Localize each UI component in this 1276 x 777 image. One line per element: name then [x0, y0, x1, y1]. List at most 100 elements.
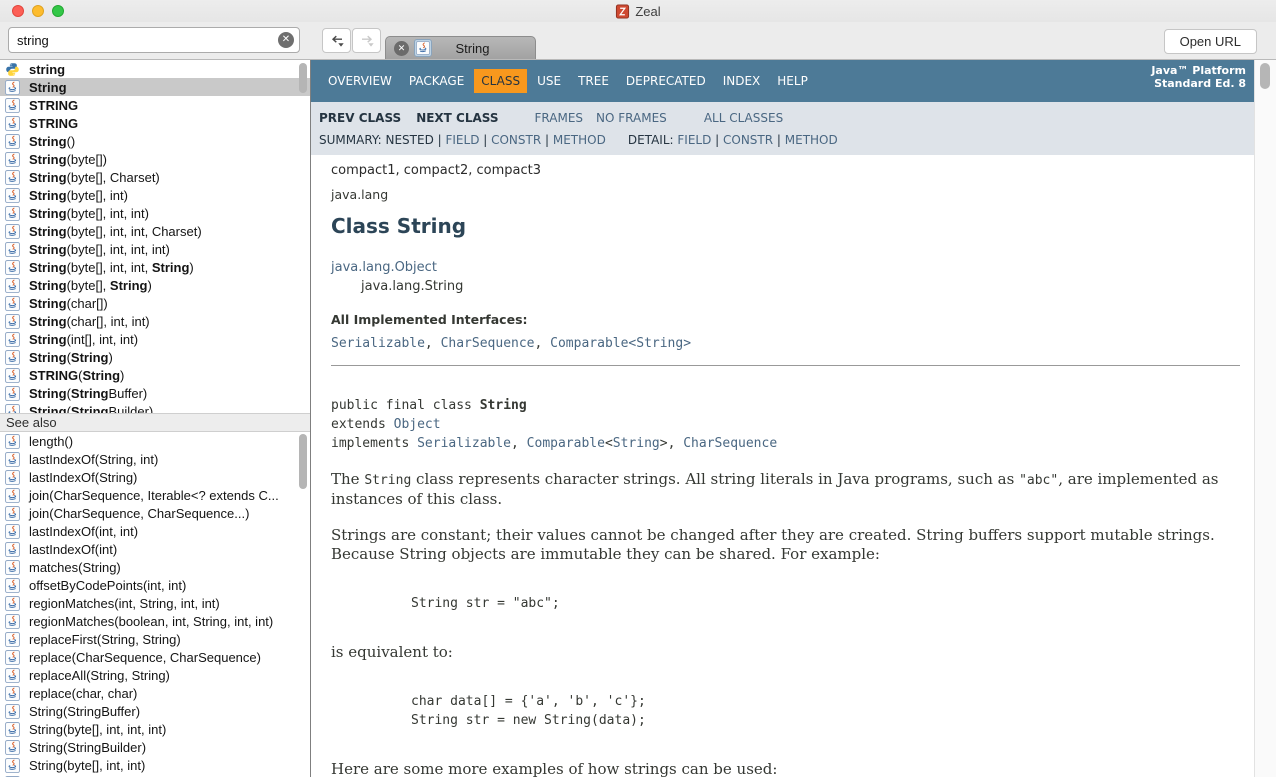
doc-link[interactable]: CharSequence — [683, 436, 777, 451]
nav-item-tree[interactable]: TREE — [571, 69, 616, 93]
about-line-2: Standard Ed. 8 — [1151, 77, 1246, 90]
close-button[interactable] — [12, 5, 24, 17]
result-item[interactable]: String(char[], int, int) — [0, 312, 310, 330]
doc-link[interactable]: METHOD — [553, 133, 606, 147]
see-also-item[interactable]: join(CharSequence, CharSequence...) — [0, 504, 310, 522]
nav-item-index[interactable]: INDEX — [716, 69, 768, 93]
see-also-item[interactable]: regionMatches(int, String, int, int) — [0, 594, 310, 612]
nav-item-class[interactable]: CLASS — [474, 69, 527, 93]
subnav-link-next-class[interactable]: NEXT CLASS — [416, 111, 498, 125]
result-item[interactable]: String(byte[], int) — [0, 186, 310, 204]
nav-item-help[interactable]: HELP — [770, 69, 815, 93]
result-item[interactable]: String(String) — [0, 348, 310, 366]
subnav-link-no-frames[interactable]: NO FRAMES — [596, 111, 667, 125]
text-segment: implements — [331, 436, 417, 451]
result-item[interactable]: String(StringBuilder) — [0, 402, 310, 413]
doc-link[interactable]: CONSTR — [491, 133, 541, 147]
see-also-item[interactable]: String(byte[], int, int) — [0, 756, 310, 774]
java-icon — [5, 668, 20, 683]
doc-link[interactable]: Object — [394, 417, 441, 432]
see-also-item[interactable]: String(StringBuffer) — [0, 702, 310, 720]
see-also-item[interactable]: replace(CharSequence, CharSequence) — [0, 648, 310, 666]
see-also-item[interactable]: offsetByCodePoints(int, int) — [0, 576, 310, 594]
java-icon — [5, 488, 20, 503]
inheritance-self: java.lang.String — [361, 279, 1242, 294]
doc-link[interactable]: FIELD — [445, 133, 479, 147]
result-item[interactable]: STRING(String) — [0, 366, 310, 384]
text-segment: < — [605, 436, 613, 451]
java-icon — [5, 116, 20, 131]
result-item[interactable]: string — [0, 60, 310, 78]
clear-search-icon[interactable]: ✕ — [278, 32, 294, 48]
nav-item-use[interactable]: USE — [530, 69, 568, 93]
result-item[interactable]: String(byte[], int, int, int) — [0, 240, 310, 258]
toolbar: ✕ ✕ String Open URL — [0, 22, 1276, 60]
result-item[interactable]: String(byte[], Charset) — [0, 168, 310, 186]
result-item[interactable]: STRING — [0, 96, 310, 114]
doc-link[interactable]: CharSequence — [441, 336, 535, 351]
doc-link[interactable]: Serializable — [331, 336, 425, 351]
result-item[interactable]: String() — [0, 132, 310, 150]
doc-link[interactable]: Comparable — [527, 436, 605, 451]
result-item[interactable]: String — [0, 78, 310, 96]
tab-close-icon[interactable]: ✕ — [394, 41, 409, 56]
see-also-item[interactable]: lastIndexOf(String) — [0, 468, 310, 486]
subnav-link-all-classes[interactable]: ALL CLASSES — [704, 111, 783, 125]
see-also-item[interactable]: String(StringBuilder) — [0, 738, 310, 756]
list-item-label: String() — [29, 134, 75, 149]
see-also-item[interactable]: replaceFirst(String, String) — [0, 630, 310, 648]
content-scrollbar[interactable] — [1254, 60, 1276, 777]
doc-link[interactable]: String — [613, 436, 660, 451]
result-item[interactable]: String(byte[], int, int, String) — [0, 258, 310, 276]
see-also-item[interactable]: replaceAll(String, String) — [0, 666, 310, 684]
result-item[interactable]: String(StringBuffer) — [0, 384, 310, 402]
nav-item-deprecated[interactable]: DEPRECATED — [619, 69, 713, 93]
list-item-label: String(char[], int, int) — [29, 314, 150, 329]
result-item[interactable]: String(byte[]) — [0, 150, 310, 168]
see-also-item[interactable]: replace(char, char) — [0, 684, 310, 702]
subnav-link-prev-class[interactable]: PREV CLASS — [319, 111, 401, 125]
minimize-button[interactable] — [32, 5, 44, 17]
back-button[interactable] — [322, 28, 351, 53]
results-scrollbar-thumb[interactable] — [299, 63, 307, 93]
see-also-item[interactable]: regionMatches(boolean, int, String, int,… — [0, 612, 310, 630]
doc-link[interactable]: METHOD — [785, 133, 838, 147]
sidebar: stringStringSTRINGSTRINGString()String(b… — [0, 60, 310, 777]
nav-item-overview[interactable]: OVERVIEW — [321, 69, 399, 93]
text-segment: | — [479, 133, 491, 147]
list-item-label: String(byte[], int, int) — [29, 206, 149, 221]
forward-button[interactable] — [352, 28, 381, 53]
see-also-item[interactable]: length() — [0, 432, 310, 450]
doc-link[interactable]: FIELD — [677, 133, 711, 147]
result-item[interactable]: STRING — [0, 114, 310, 132]
nav-item-package[interactable]: PACKAGE — [402, 69, 471, 93]
see-also-item[interactable]: lastIndexOf(int) — [0, 540, 310, 558]
doc-link[interactable]: CONSTR — [723, 133, 773, 147]
subnav-summary-row: SUMMARY: NESTED | FIELD | CONSTR | METHO… — [319, 133, 1254, 147]
main-split: stringStringSTRINGSTRINGString()String(b… — [0, 60, 1276, 777]
doc-link[interactable]: Serializable — [417, 436, 511, 451]
see-also-item[interactable]: lastIndexOf(String, int) — [0, 450, 310, 468]
see-also-item[interactable]: join(CharSequence, Iterable<? extends C.… — [0, 486, 310, 504]
content-scrollbar-thumb[interactable] — [1260, 63, 1270, 89]
see-also-item[interactable]: lastIndexOf(int, int) — [0, 522, 310, 540]
result-item[interactable]: String(byte[], int, int, Charset) — [0, 222, 310, 240]
java-icon — [5, 80, 20, 95]
search-input[interactable] — [8, 27, 300, 53]
see-also-scrollbar-thumb[interactable] — [299, 434, 307, 489]
result-item[interactable]: String(char[]) — [0, 294, 310, 312]
result-item[interactable]: String(byte[], String) — [0, 276, 310, 294]
see-also-item[interactable]: matches(String) — [0, 558, 310, 576]
zoom-button[interactable] — [52, 5, 64, 17]
tab-string[interactable]: ✕ String — [385, 36, 536, 59]
open-url-button[interactable]: Open URL — [1164, 29, 1257, 54]
result-item[interactable]: String(int[], int, int) — [0, 330, 310, 348]
see-also-item[interactable]: String(byte[], int, int, int) — [0, 720, 310, 738]
list-item-label: lastIndexOf(int) — [29, 542, 117, 557]
subnav-link-frames[interactable]: FRAMES — [535, 111, 584, 125]
doc-link[interactable]: Comparable<String> — [550, 336, 691, 351]
result-item[interactable]: String(byte[], int, int) — [0, 204, 310, 222]
list-item-label: join(CharSequence, Iterable<? extends C.… — [29, 488, 279, 503]
inheritance-parent-link[interactable]: java.lang.Object — [331, 260, 437, 275]
list-item-label: regionMatches(boolean, int, String, int,… — [29, 614, 273, 629]
